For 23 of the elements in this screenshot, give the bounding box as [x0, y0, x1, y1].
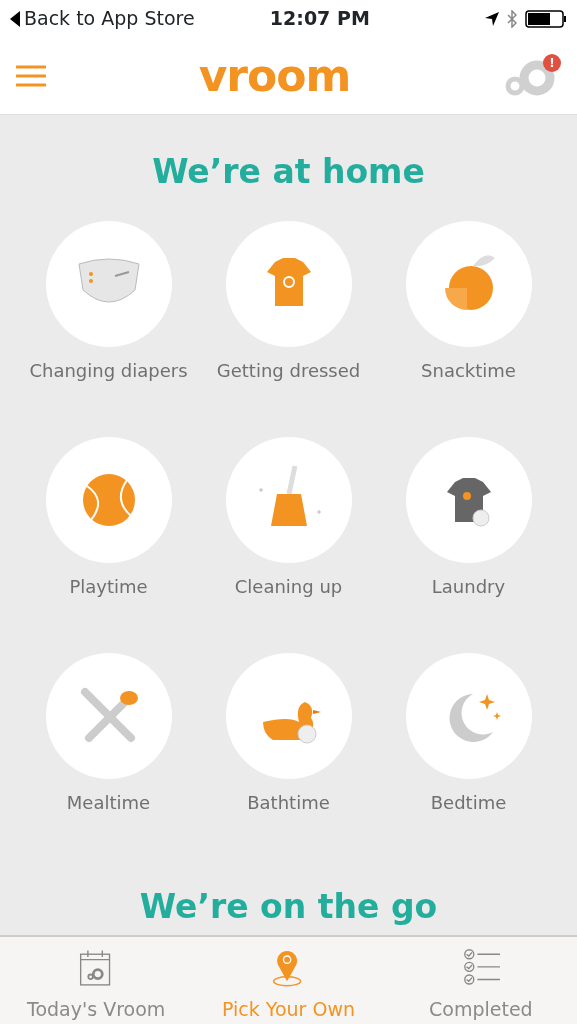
tab[interactable]: Pick Your Own: [192, 937, 385, 1024]
back-arrow-icon: [10, 10, 20, 27]
battery-icon: [525, 9, 567, 28]
activity-label: Bedtime: [430, 790, 507, 815]
location-icon: [485, 11, 499, 26]
bluetooth-icon: [507, 9, 517, 28]
section-heading: We’re at home: [151, 151, 426, 193]
logo: vroom: [198, 53, 351, 98]
activity-label: Laundry: [431, 574, 506, 599]
alert-badge: !: [543, 53, 561, 72]
activity-label: Playtime: [69, 574, 148, 599]
activity-label: Getting dressed: [216, 358, 361, 383]
activity-label: Changing diapers: [29, 358, 188, 383]
activity-label: Mealtime: [66, 790, 151, 815]
activity-label: Snacktime: [421, 358, 516, 383]
activity-label: Cleaning up: [234, 574, 343, 599]
tab[interactable]: Today's Vroom: [0, 937, 193, 1024]
tab[interactable]: Completed: [384, 937, 577, 1024]
activity-label: Bathtime: [247, 790, 330, 815]
menu-icon[interactable]: [16, 64, 46, 87]
back-link[interactable]: Back to App Store: [24, 4, 195, 33]
section-heading: We’re on the go: [138, 885, 439, 928]
clock-time: 12:07 PM: [269, 6, 370, 32]
